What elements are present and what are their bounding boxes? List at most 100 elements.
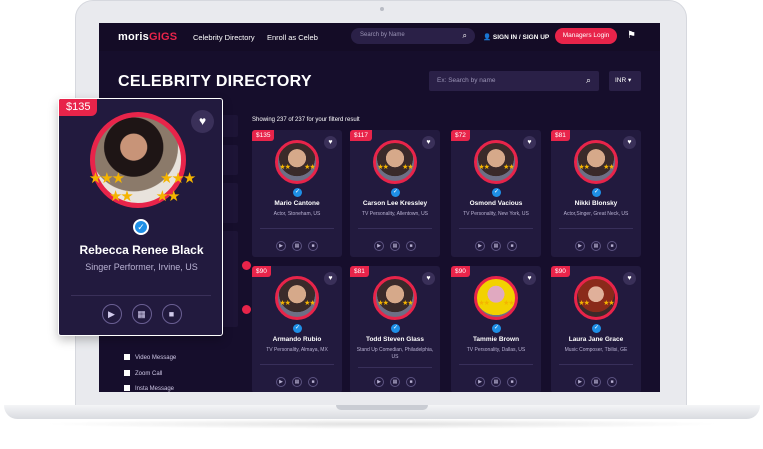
heart-icon[interactable]: ♥ [324,272,337,285]
language-flag-icon[interactable]: ⚑ [627,30,636,41]
celebrity-card[interactable]: $90 ♥ ★★ ★★ ✓ Laura Jane Grace Music Com… [551,266,641,392]
card-actions: ▶ ▦ ■ [59,304,224,324]
celebrity-name[interactable]: Carson Lee Kressley [350,200,440,207]
play-icon[interactable]: ▶ [575,377,585,387]
heart-icon[interactable]: ♥ [523,136,536,149]
play-icon[interactable]: ▶ [575,241,585,251]
calendar-icon[interactable]: ▦ [390,241,400,251]
nav-link-enroll-celeb[interactable]: Enroll as Celeb [267,33,318,42]
avatar [474,140,518,184]
heart-icon[interactable]: ♥ [324,136,337,149]
celebrity-name[interactable]: Rebecca Renee Black [59,243,224,257]
calendar-icon[interactable]: ▦ [131,304,152,324]
card-actions: ▶ ▦ ■ [350,370,440,388]
card-actions: ▶ ▦ ■ [451,234,541,252]
video-icon[interactable]: ■ [607,377,617,387]
calendar-icon[interactable]: ▦ [491,377,501,387]
celebrity-name[interactable]: Mario Cantone [252,200,342,207]
celebrity-card[interactable]: $72 ♥ ★★ ★★ ✓ Osmond Vacious TV Personal… [451,130,541,257]
celebrity-subtitle: TV Personality, Dallas, US [466,347,526,353]
celebrity-subtitle: TV Personality, Allentown, US [361,211,429,217]
nav-search-placeholder: Search by Name [360,32,405,38]
celebrity-card[interactable]: $90 ♥ ★★ ★★ ✓ Armando Rubio TV Personali… [252,266,342,392]
play-icon[interactable]: ▶ [276,241,286,251]
video-icon[interactable]: ■ [308,377,318,387]
nav-search-input[interactable]: Search by Name ⌕ [351,28,475,44]
celebrity-subtitle: TV Personality, New York, US [463,211,529,217]
price-slider-handle[interactable] [242,305,251,314]
check-badge-icon: ✓ [391,188,400,197]
celebrity-name[interactable]: Osmond Vacious [451,200,541,207]
card-divider [358,228,432,229]
heart-icon[interactable]: ♥ [422,272,435,285]
play-icon[interactable]: ▶ [475,241,485,251]
calendar-icon[interactable]: ▦ [591,377,601,387]
search-icon[interactable]: ⌕ [463,31,467,41]
filter-option-zoom-call[interactable]: Zoom Call [124,370,162,377]
nav-link-celebrity-directory[interactable]: Celebrity Directory [193,33,255,42]
video-icon[interactable]: ■ [507,377,517,387]
video-icon[interactable]: ■ [406,241,416,251]
video-icon[interactable]: ■ [308,241,318,251]
celebrity-subtitle: TV Personality, Almaya, MX [266,347,328,353]
camera-dot [380,7,384,11]
price-slider-handle[interactable] [242,261,251,270]
calendar-icon[interactable]: ▦ [390,377,400,387]
video-icon[interactable]: ■ [161,304,182,324]
heart-icon[interactable]: ♥ [422,136,435,149]
avatar [275,276,319,320]
filter-option-insta-message[interactable]: Insta Message [124,385,174,392]
heart-icon[interactable]: ♥ [191,110,214,133]
celebrity-card[interactable]: $90 ♥ ★★ ★★ ✓ Tammie Brown TV Personalit… [451,266,541,392]
card-actions: ▶ ▦ ■ [252,370,342,388]
play-icon[interactable]: ▶ [101,304,122,324]
video-icon[interactable]: ■ [507,241,517,251]
calendar-icon[interactable]: ▦ [491,241,501,251]
play-icon[interactable]: ▶ [475,377,485,387]
price-badge: $135 [252,130,275,141]
celebrity-card[interactable]: $135 ♥ ★★ ★★ ✓ Mario Cantone Actor, Ston… [252,130,342,257]
price-badge: $72 [451,130,470,141]
heart-icon[interactable]: ♥ [623,272,636,285]
heart-icon[interactable]: ♥ [523,272,536,285]
video-icon[interactable]: ■ [607,241,617,251]
brand-logo[interactable]: morisGIGS [118,31,177,43]
star-icon: ★★★ ★★★ ★★ ★★ [88,170,197,205]
price-badge: $90 [252,266,271,277]
celebrity-card[interactable]: $81 ♥ ★★ ★★ ✓ Todd Steven Glass Stand Up… [350,266,440,392]
play-icon[interactable]: ▶ [374,241,384,251]
chevron-down-icon: ▾ [628,77,632,84]
calendar-icon[interactable]: ▦ [591,241,601,251]
celebrity-name[interactable]: Tammie Brown [451,336,541,343]
price-badge: $90 [551,266,570,277]
celebrity-name[interactable]: Armando Rubio [252,336,342,343]
star-icon: ★★ ★★ [279,300,315,307]
calendar-icon[interactable]: ▦ [292,241,302,251]
celebrity-name[interactable]: Laura Jane Grace [551,336,641,343]
star-icon: ★★ ★★ [478,164,514,171]
check-badge-icon: ✓ [492,188,501,197]
avatar [275,140,319,184]
heart-icon[interactable]: ♥ [623,136,636,149]
signin-link[interactable]: 👤 SIGN IN / SIGN UP [483,33,549,41]
price-badge: $135 [59,99,98,116]
directory-search-input[interactable]: Ex: Search by name ⌕ [429,71,599,91]
managers-login-button[interactable]: Managers Login [555,28,617,44]
star-icon: ★★ ★★ [377,164,413,171]
search-icon[interactable]: ⌕ [586,75,591,86]
calendar-icon[interactable]: ▦ [292,377,302,387]
celebrity-card[interactable]: $81 ♥ ★★ ★★ ✓ Nikki Blonsky Actor,Singer… [551,130,641,257]
celebrity-subtitle: Actor,Singer, Great Neck, US [563,211,629,217]
currency-select[interactable]: INR ▾ [609,71,641,91]
play-icon[interactable]: ▶ [374,377,384,387]
play-icon[interactable]: ▶ [276,377,286,387]
featured-celebrity-card[interactable]: $135 ♥ ★★★ ★★★ ★★ ★★ ✓ Rebecca Renee Bla… [58,98,223,336]
results-count: Showing 237 of 237 for your filterd resu… [252,117,360,123]
celebrity-name[interactable]: Nikki Blonsky [551,200,641,207]
page-title: CELEBRITY DIRECTORY [118,73,312,90]
celebrity-card[interactable]: $117 ♥ ★★ ★★ ✓ Carson Lee Kressley TV Pe… [350,130,440,257]
filter-option-video-message[interactable]: Video Message [124,354,176,361]
celebrity-subtitle: Singer Performer, Irvine, US [85,262,198,272]
celebrity-name[interactable]: Todd Steven Glass [350,336,440,343]
video-icon[interactable]: ■ [406,377,416,387]
